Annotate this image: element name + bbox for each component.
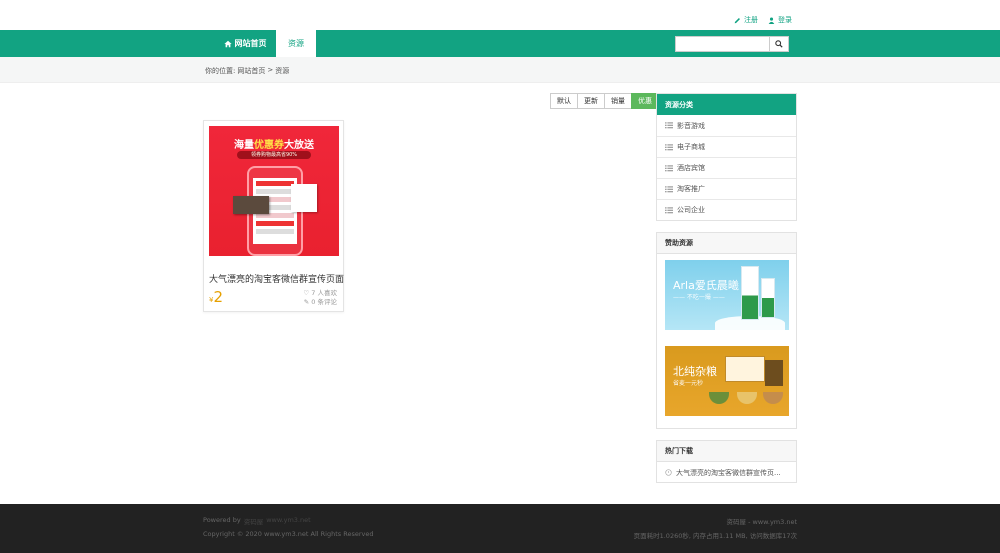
milk-carton-small [761,278,775,318]
sponsor-ad-arla[interactable]: Arla爱氏晨曦 —— 不吃一撮 —— [665,260,789,330]
ad2-title: 北纯杂粮 [673,365,717,378]
ad1-subtitle: —— 不吃一撮 —— [673,294,725,301]
product-stats: ♡ 7 人喜欢 ✎ 0 条评论 [303,289,337,307]
powered-by: Powered by 资码屋 www.ym3.net [203,516,311,526]
breadcrumb-home[interactable]: 网站首页 [237,66,265,76]
banner-subtitle: 领券购物最高省90% [237,151,311,159]
breadcrumb-sep: > [267,66,274,74]
register-label: 注册 [744,16,758,24]
list-icon [665,143,673,150]
category-item[interactable]: 淘客推广 [657,178,796,199]
popout-image [233,196,269,214]
category-label: 影音游戏 [677,121,705,130]
login-label: 登录 [778,16,792,24]
category-panel: 资源分类 影音游戏 电子商城 酒店宾馆 淘客推广 公司企业 [656,93,797,221]
grain-bowl [709,392,729,404]
search-box [675,36,789,52]
breadcrumb: 你的位置: 网站首页 > 资源 [205,66,289,76]
ad1-title: Arla爱氏晨曦 [673,279,739,292]
product-thumbnail[interactable]: 海量优惠券大放送 领券购物最高省90% [209,126,339,256]
sort-sales-button[interactable]: 销量 [604,93,632,109]
login-link[interactable]: 登录 [768,15,792,25]
category-label: 电子商城 [677,143,705,151]
sponsor-panel: 赞助资源 Arla爱氏晨曦 —— 不吃一撮 —— 北纯杂粮 省麦一元秒 [656,232,797,429]
hot-item[interactable]: 大气漂亮的淘宝客微信群宣传页... [657,462,796,483]
ad2-subtitle: 省麦一元秒 [673,380,704,387]
breadcrumb-current: 资源 [275,67,290,75]
powered-by-link[interactable]: 资码屋 [244,516,264,526]
sort-updated-button[interactable]: 更新 [577,93,605,109]
sponsor-panel-title: 赞助资源 [657,233,796,254]
search-icon [775,40,783,48]
nav-home-label: 网站首页 [234,39,267,48]
sort-buttons: 默认 更新 销量 优惠 [550,93,659,109]
top-bar: 注册 登录 [0,0,1000,30]
banner-title-c: 大放送 [284,140,314,151]
hot-panel-title: 热门下载 [657,441,796,462]
product-title[interactable]: 大气漂亮的淘宝客微信群宣传页面 [209,272,344,285]
nav-item-home[interactable]: 网站首页 [214,30,276,57]
category-panel-title: 资源分类 [657,94,796,115]
nav-item-resources[interactable]: 资源 [276,30,316,57]
comments-count: ✎ 0 条评论 [303,298,337,306]
banner-title-b: 优惠券 [254,140,284,151]
grain-bag [765,360,783,386]
home-icon [223,40,232,47]
category-item[interactable]: 酒店宾馆 [657,157,796,178]
category-item[interactable]: 影音游戏 [657,115,796,136]
product-price: ¥ 2 [209,288,223,306]
powered-by-domain[interactable]: www.ym3.net [266,516,310,526]
footer: Powered by 资码屋 www.ym3.net Copyright © 2… [0,504,1000,553]
popout-panel [291,184,317,212]
nav-resources-label: 资源 [288,39,304,48]
price-value: 2 [213,288,224,306]
category-item[interactable]: 电子商城 [657,136,796,157]
sort-default-button[interactable]: 默认 [550,93,578,109]
category-label: 酒店宾馆 [677,164,705,172]
breadcrumb-prefix: 你的位置: [205,67,236,75]
footer-stats: 页面耗时1.0260秒, 内存占用1.11 MB, 访问数据库17次 [633,532,797,540]
hot-downloads-panel: 热门下载 大气漂亮的淘宝客微信群宣传页... [656,440,797,483]
grain-package [725,356,765,382]
banner-title: 海量优惠券大放送 [209,136,339,151]
list-icon [665,122,673,129]
user-links: 注册 登录 [734,15,792,25]
sponsor-ad-grains[interactable]: 北纯杂粮 省麦一元秒 [665,346,789,416]
product-card[interactable]: 海量优惠券大放送 领券购物最高省90% 大气漂亮的淘宝客微信群宣传页面 ¥ 2 … [203,120,344,312]
list-icon [665,164,673,171]
sort-discount-button[interactable]: 优惠 [631,93,659,109]
list-icon [665,206,673,213]
circle-icon [665,469,672,476]
pencil-icon [734,17,740,23]
breadcrumb-bar: 你的位置: 网站首页 > 资源 [0,57,1000,83]
search-button[interactable] [769,36,789,52]
copyright: Copyright © 2020 www.ym3.net All Rights … [203,530,374,538]
list-icon [665,185,673,192]
category-item[interactable]: 公司企业 [657,199,796,220]
banner-title-a: 海量 [234,140,254,151]
hot-item-label: 大气漂亮的淘宝客微信群宣传页... [676,468,781,477]
category-label: 公司企业 [677,206,705,214]
main-nav: 网站首页 资源 [0,30,1000,57]
category-list: 影音游戏 电子商城 酒店宾馆 淘客推广 公司企业 [657,115,796,220]
grain-bowl [737,392,757,404]
category-label: 淘客推广 [677,185,705,193]
milk-carton [741,266,759,320]
footer-site: 资码屋 - www.ym3.net [726,518,797,526]
likes-count: ♡ 7 人喜欢 [303,289,337,297]
search-input[interactable] [675,36,769,52]
user-icon [768,17,775,24]
powered-by-label: Powered by [203,516,241,524]
register-link[interactable]: 注册 [734,15,758,25]
grain-bowl [763,392,783,404]
